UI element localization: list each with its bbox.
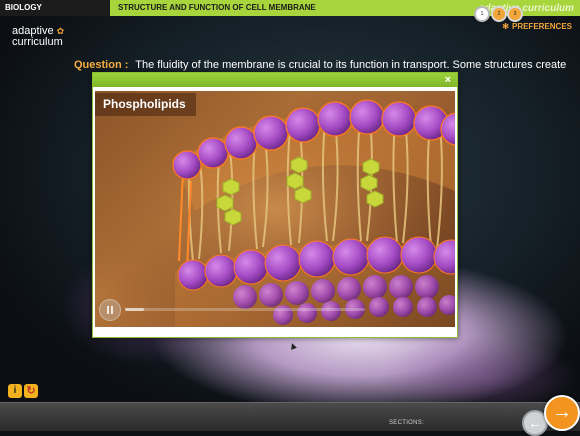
adaptive-curriculum-logo: adaptive ✿ curriculum bbox=[12, 25, 65, 48]
phospholipid-bilayer-illustration bbox=[95, 91, 455, 327]
preferences-button[interactable]: ✻ PREFERENCES bbox=[502, 22, 572, 31]
modal-header: × bbox=[93, 73, 457, 87]
logo-gear-icon: ✿ bbox=[56, 26, 65, 36]
section-2-button[interactable]: 2 bbox=[491, 6, 507, 22]
video-player[interactable]: Phospholipids bbox=[95, 91, 455, 327]
info-icon[interactable]: i bbox=[8, 384, 22, 398]
gear-icon: ✻ bbox=[502, 22, 509, 31]
reload-icon[interactable]: ↻ bbox=[24, 384, 38, 398]
pause-icon[interactable] bbox=[99, 299, 121, 321]
module-title: STRUCTURE AND FUNCTION OF CELL MEMBRANE bbox=[118, 3, 316, 12]
question-text: Question : The fluidity of the membrane … bbox=[74, 59, 566, 71]
bottom-navigation-bar: SECTIONS: bbox=[0, 402, 580, 431]
question-body: The fluidity of the membrane is crucial … bbox=[135, 59, 567, 71]
section-1-button[interactable]: 1 bbox=[474, 6, 490, 22]
arrow-right-icon[interactable]: → bbox=[544, 395, 580, 431]
section-3-button[interactable]: 3 bbox=[507, 6, 523, 22]
video-controls bbox=[99, 299, 439, 321]
sections-label: SECTIONS: bbox=[389, 420, 425, 426]
close-icon[interactable]: × bbox=[445, 73, 451, 87]
video-modal: × Phospholipids bbox=[92, 72, 458, 338]
video-title: Phospholipids bbox=[95, 93, 196, 116]
preferences-label: PREFERENCES bbox=[511, 22, 572, 31]
video-progress-track[interactable] bbox=[125, 308, 365, 311]
video-progress-fill bbox=[125, 308, 145, 311]
question-label: Question : bbox=[74, 59, 129, 71]
subject-label: BIOLOGY bbox=[0, 0, 110, 16]
